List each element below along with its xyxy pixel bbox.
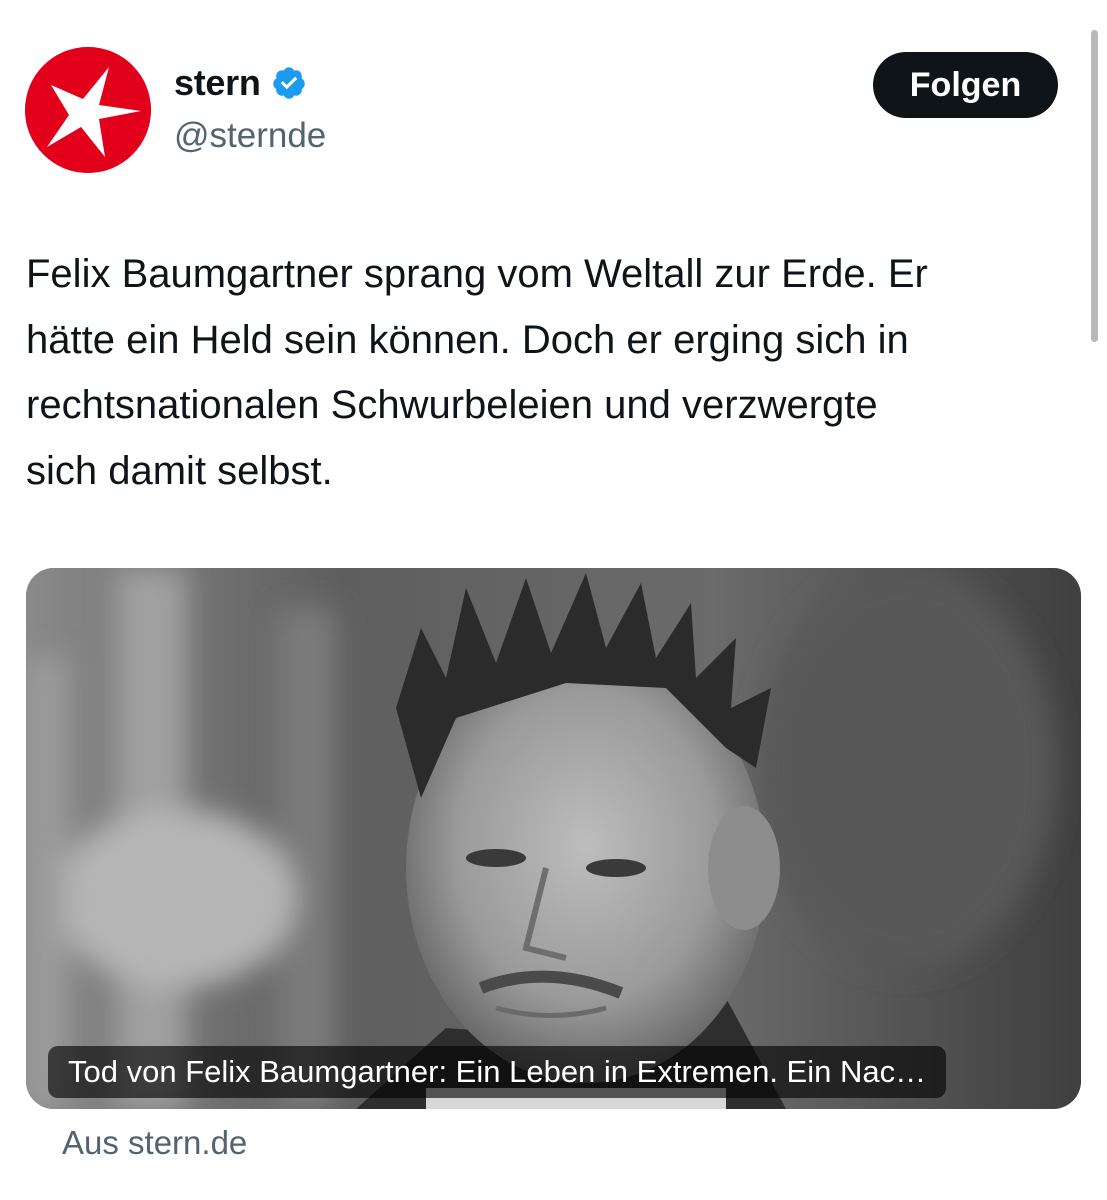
link-card[interactable]: Tod von Felix Baumgartner: Ein Leben in …	[26, 568, 1081, 1109]
tweet-line: sich damit selbst.	[26, 448, 333, 493]
display-name-row[interactable]: stern	[174, 62, 307, 104]
tweet-line: Felix Baumgartner sprang vom Weltall zur…	[26, 252, 928, 296]
source-link[interactable]: Aus stern.de	[62, 1124, 247, 1162]
avatar[interactable]	[25, 47, 151, 173]
handle[interactable]: @sternde	[174, 116, 326, 156]
tweet-line: rechtsnationalen Schwurbeleien und verzw…	[26, 383, 878, 427]
stern-star-logo-icon	[25, 47, 151, 173]
tweet-text: Felix Baumgartner sprang vom Weltall zur…	[26, 242, 1088, 504]
follow-button[interactable]: Folgen	[873, 52, 1058, 118]
portrait-photo-icon	[26, 568, 1081, 1109]
link-card-caption: Tod von Felix Baumgartner: Ein Leben in …	[48, 1046, 947, 1098]
display-name[interactable]: stern	[174, 62, 261, 104]
scrollbar[interactable]	[1091, 30, 1098, 342]
verified-badge-icon	[271, 65, 307, 101]
tweet-line: hätte ein Held sein können. Doch er ergi…	[26, 317, 909, 362]
